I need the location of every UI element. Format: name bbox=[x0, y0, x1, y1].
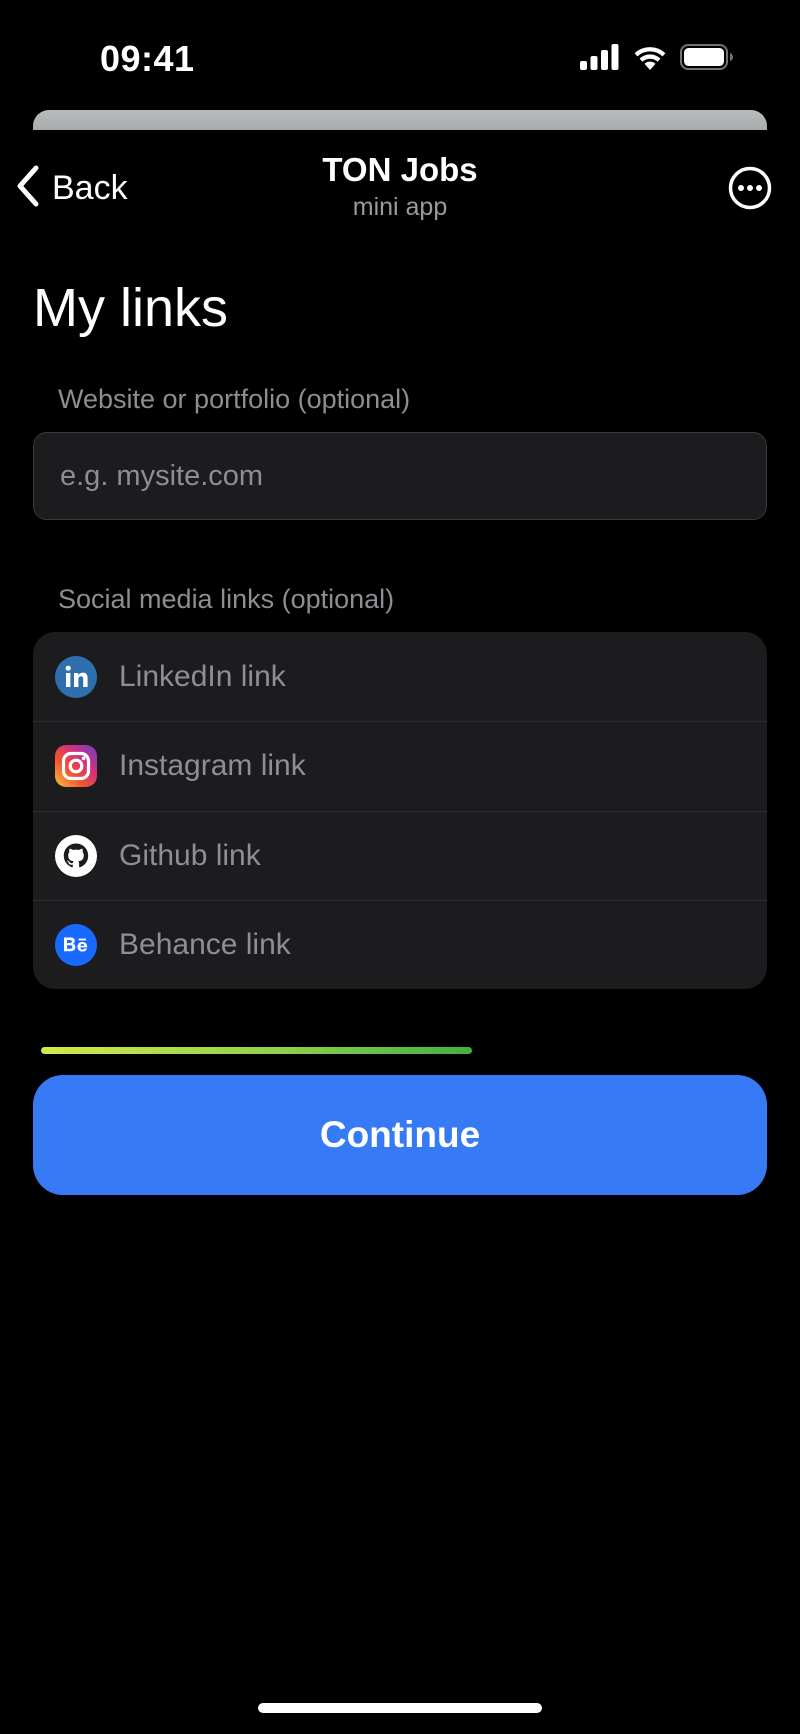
behance-input[interactable] bbox=[119, 927, 767, 962]
behance-row[interactable] bbox=[33, 899, 767, 989]
continue-button[interactable]: Continue bbox=[33, 1075, 767, 1195]
status-time: 09:41 bbox=[100, 38, 195, 79]
more-button[interactable] bbox=[728, 166, 772, 210]
app-title: TON Jobs bbox=[322, 151, 478, 188]
linkedin-row[interactable] bbox=[33, 632, 767, 721]
home-indicator bbox=[258, 1703, 542, 1713]
app-subtitle: mini app bbox=[352, 193, 448, 221]
status-icons bbox=[580, 44, 734, 75]
github-row[interactable] bbox=[33, 810, 767, 900]
linkedin-input[interactable] bbox=[119, 659, 767, 694]
instagram-row[interactable] bbox=[33, 721, 767, 810]
more-circle-icon bbox=[728, 166, 772, 214]
github-icon bbox=[55, 834, 97, 877]
page-title: My links bbox=[33, 278, 229, 338]
battery-icon bbox=[680, 44, 734, 75]
website-label: Website or portfolio (optional) bbox=[58, 384, 411, 414]
onboarding-progress bbox=[41, 1047, 759, 1054]
behance-icon bbox=[55, 923, 97, 966]
status-bar: 09:41 bbox=[0, 0, 800, 110]
onboarding-progress-fill bbox=[41, 1047, 472, 1054]
sheet-top-edge bbox=[33, 110, 767, 130]
linkedin-icon bbox=[55, 655, 97, 698]
social-links-label: Social media links (optional) bbox=[58, 584, 395, 614]
cellular-signal-icon bbox=[580, 44, 620, 75]
instagram-icon bbox=[55, 745, 97, 788]
social-links-card bbox=[33, 632, 767, 989]
wifi-icon bbox=[632, 44, 668, 75]
github-input[interactable] bbox=[119, 838, 767, 873]
instagram-input[interactable] bbox=[119, 749, 767, 784]
website-input[interactable] bbox=[33, 432, 767, 520]
